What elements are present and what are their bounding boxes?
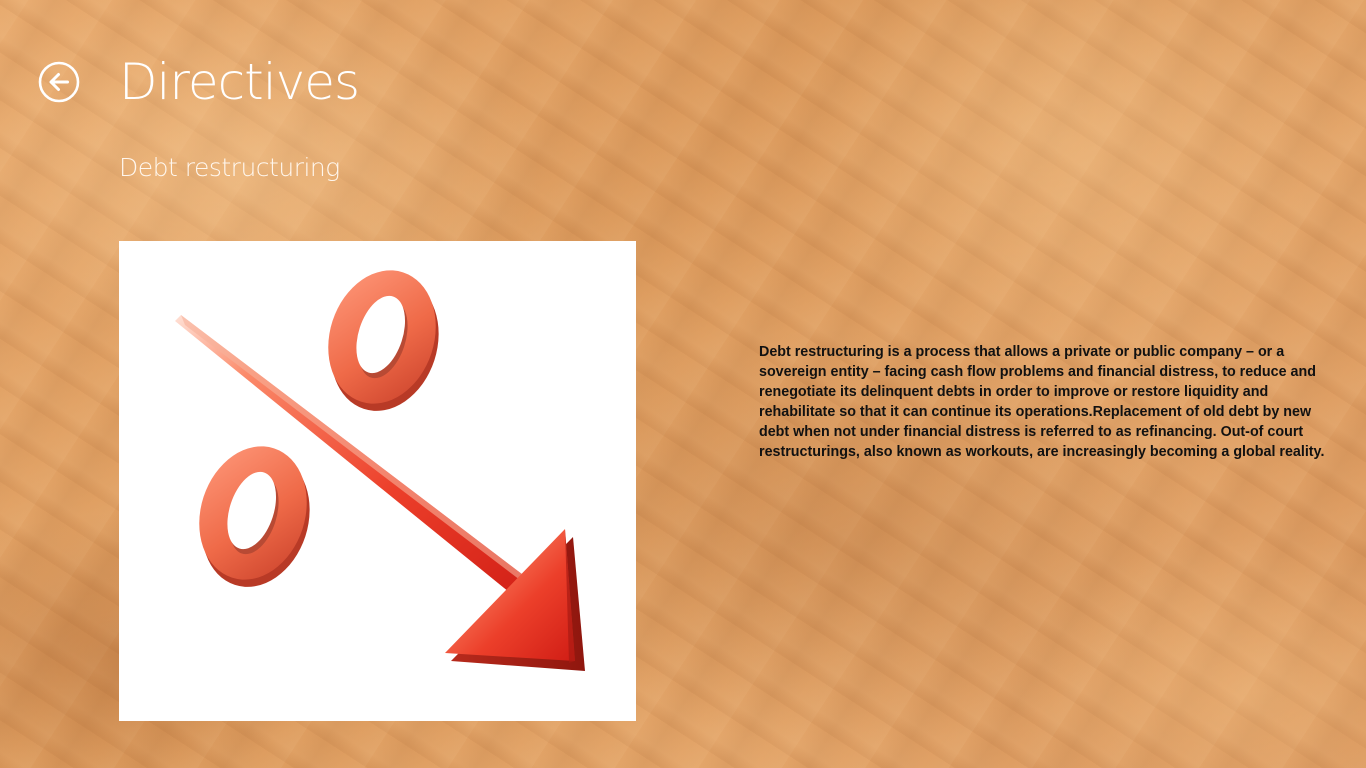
article-body: Debt restructuring is a process that all… bbox=[759, 344, 1325, 460]
page-title: Directives bbox=[119, 53, 360, 111]
article-subtitle: Debt restructuring bbox=[119, 153, 340, 182]
back-arrow-circle-icon bbox=[38, 61, 80, 103]
article-image bbox=[119, 241, 636, 721]
back-button[interactable] bbox=[38, 61, 80, 103]
percent-down-arrow-icon bbox=[175, 270, 585, 671]
